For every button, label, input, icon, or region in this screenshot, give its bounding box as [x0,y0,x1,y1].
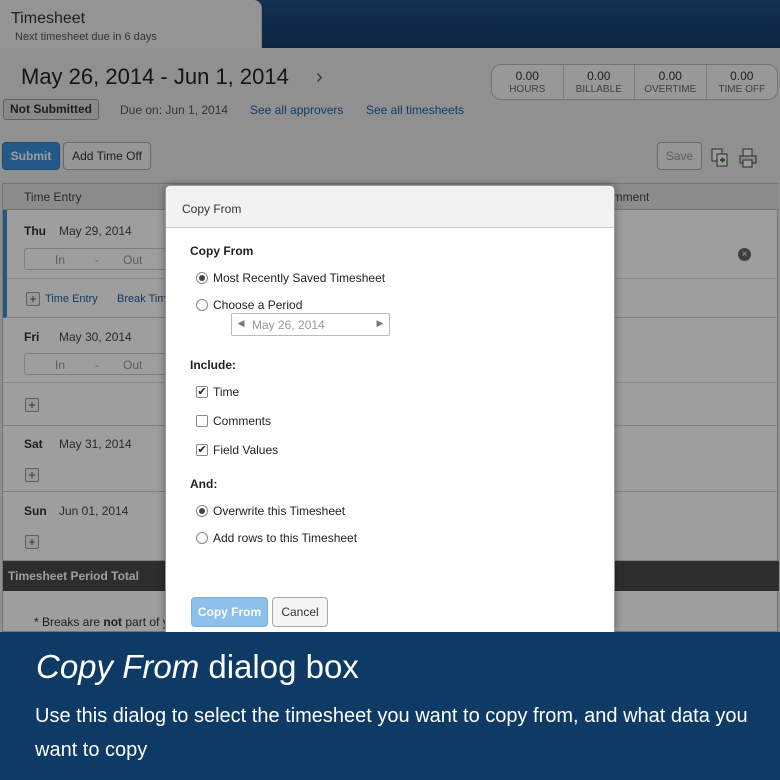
chevron-left-icon[interactable]: ◀ [235,318,247,329]
checkbox-icon[interactable] [196,415,208,427]
include-time[interactable]: ✔ Time [196,384,239,400]
and-label: And: [190,477,218,491]
checkbox-checked-icon[interactable]: ✔ [196,386,208,398]
copy-from-dialog: Copy From Copy From Most Recently Saved … [165,185,615,632]
option-add-rows[interactable]: Add rows to this Timesheet [196,530,357,546]
period-picker[interactable]: ◀ May 26, 2014 ▶ [231,313,390,336]
include-label: Include: [190,358,237,372]
checkbox-checked-icon[interactable]: ✔ [196,444,208,456]
radio-icon[interactable] [196,532,208,544]
radio-selected-icon[interactable] [196,505,208,517]
chevron-right-icon[interactable]: ▶ [374,318,386,329]
dialog-header: Copy From [166,186,614,228]
caption-body: Use this dialog to select the timesheet … [35,705,748,761]
option-most-recent[interactable]: Most Recently Saved Timesheet [196,270,385,286]
radio-icon[interactable] [196,299,208,311]
caption-banner: Copy From dialog box Use this dialog to … [0,632,780,780]
radio-selected-icon[interactable] [196,272,208,284]
dialog-title: Copy From [182,202,242,216]
option-overwrite[interactable]: Overwrite this Timesheet [196,503,345,519]
copy-from-button[interactable]: Copy From [191,597,268,627]
option-choose-period[interactable]: Choose a Period [196,297,302,313]
caption-title: Copy From dialog box [36,648,359,685]
cancel-button[interactable]: Cancel [272,597,328,627]
include-comments[interactable]: Comments [196,413,271,429]
include-field-values[interactable]: ✔ Field Values [196,442,278,458]
copy-from-label: Copy From [190,244,254,258]
